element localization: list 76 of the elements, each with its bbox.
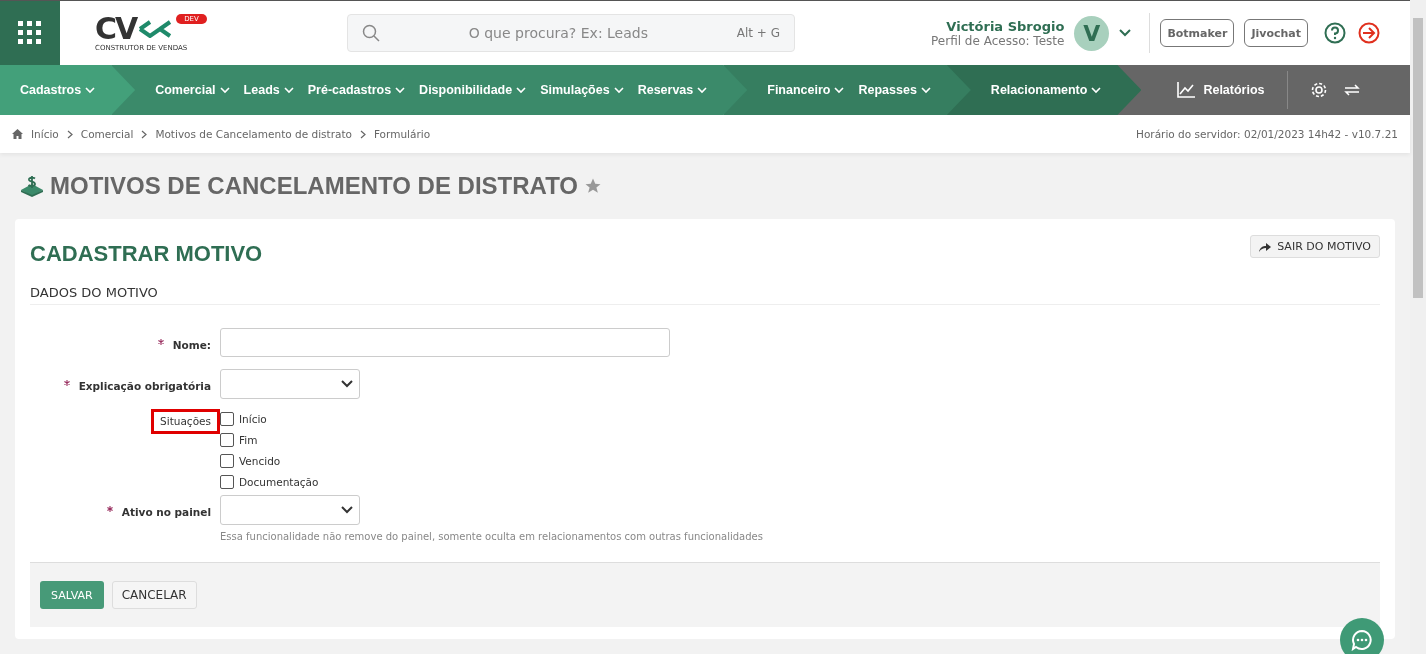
- chevron-down-icon: [85, 86, 96, 94]
- chevron-down-icon: [283, 86, 294, 94]
- nav-menu-item[interactable]: Leads: [243, 83, 294, 97]
- settings-icon[interactable]: [1309, 81, 1328, 99]
- swap-arrows-icon[interactable]: [1343, 84, 1360, 96]
- breadcrumb-link[interactable]: Formulário: [373, 128, 431, 140]
- apps-menu-button[interactable]: [0, 1, 60, 65]
- chevron-down-icon: [219, 86, 230, 94]
- chevron-down-icon[interactable]: [1119, 29, 1132, 37]
- nav-menu-item[interactable]: Comercial: [155, 83, 230, 97]
- exit-button[interactable]: SAIR DO MOTIVO: [1250, 235, 1380, 258]
- card-title: CADASTRAR MOTIVO: [30, 241, 263, 267]
- checkbox[interactable]: [220, 454, 234, 468]
- cancel-button[interactable]: CANCELAR: [111, 581, 197, 609]
- logo-letters: CV: [95, 14, 137, 44]
- nav-menu-item[interactable]: Simulações: [540, 83, 624, 97]
- chat-bubble-icon: [1351, 629, 1373, 651]
- checkbox[interactable]: [220, 433, 234, 447]
- logout-icon[interactable]: [1358, 22, 1380, 44]
- share-arrow-icon: [1259, 241, 1272, 252]
- chevron-down-icon: [613, 86, 624, 94]
- nav-menu-item[interactable]: Financeiro: [767, 83, 845, 97]
- checkbox-label: Início: [239, 413, 267, 425]
- page-title: MOTIVOS DE CANCELAMENTO DE DISTRATO: [50, 172, 579, 200]
- line-chart-icon: [1177, 82, 1196, 98]
- home-icon: [12, 129, 23, 139]
- user-profile: Perfil de Acesso: Teste: [931, 33, 1065, 48]
- chevron-down-icon: [341, 379, 353, 388]
- search-input[interactable]: O que procura? Ex: Leads: [380, 24, 737, 42]
- field-label: Situações: [151, 409, 220, 434]
- chevron-down-icon: [697, 86, 708, 94]
- user-name: Victória Sbrogio: [946, 18, 1065, 34]
- chat-tool-button[interactable]: Jivochat: [1244, 19, 1308, 47]
- nav-menu-item[interactable]: Pré-cadastros: [307, 83, 406, 97]
- checkbox-label: Vencido: [239, 455, 281, 467]
- money-icon: [20, 175, 44, 197]
- server-time: Horário do servidor: 02/01/2023 14h42 - v10.7.21: [1136, 128, 1398, 140]
- save-button[interactable]: SALVAR: [40, 581, 104, 609]
- shortcut-hint: Alt + G: [736, 26, 780, 40]
- chevron-down-icon: [516, 86, 527, 94]
- checkbox-label: Documentação: [239, 476, 319, 488]
- field-label: Ativo no painel: [120, 505, 212, 520]
- name-input[interactable]: [220, 328, 670, 357]
- checkbox[interactable]: [220, 475, 234, 489]
- chevron-right-icon: [359, 129, 366, 139]
- help-text: Essa funcionalidade não remove do painel, somente oculta em relacionamentos com outras funcionalidades: [220, 531, 763, 542]
- nav-menu-item[interactable]: Repasses: [858, 83, 931, 97]
- chevron-down-icon: [920, 86, 931, 94]
- nav-menu-item[interactable]: Reservas: [637, 83, 708, 97]
- breadcrumb-link[interactable]: Motivos de Cancelamento de distrato: [155, 128, 352, 140]
- chevron-down-icon: [395, 86, 406, 94]
- chevron-right-icon: [141, 129, 148, 139]
- search-icon: [362, 24, 380, 42]
- checkbox-label: Fim: [239, 434, 258, 446]
- nav-menu-item[interactable]: Disponibilidade: [419, 83, 527, 97]
- field-label: Nome:: [171, 338, 212, 353]
- select-field[interactable]: [220, 368, 360, 399]
- user-avatar[interactable]: V: [1074, 15, 1110, 51]
- chevron-down-icon: [834, 86, 845, 94]
- nav-menu-item[interactable]: Cadastros: [20, 83, 96, 97]
- search-field[interactable]: O que procura? Ex: Leads Alt + G: [347, 14, 795, 52]
- chat-tool-button[interactable]: Botmaker: [1160, 19, 1235, 47]
- chevron-down-icon: [341, 506, 353, 514]
- reports-menu-item[interactable]: Relatórios: [1177, 82, 1265, 98]
- field-label: Explicação obrigatória: [77, 378, 212, 394]
- breadcrumb-link[interactable]: Início: [31, 128, 59, 140]
- grid-icon: [18, 21, 42, 45]
- checkbox[interactable]: [220, 412, 234, 426]
- nav-menu-item[interactable]: Relacionamento: [990, 83, 1102, 97]
- chevron-right-icon: [66, 129, 73, 139]
- breadcrumb-link[interactable]: Comercial: [80, 128, 134, 140]
- star-icon[interactable]: [584, 177, 603, 195]
- section-heading: DADOS DO MOTIVO: [30, 285, 1380, 305]
- select-field[interactable]: [220, 495, 360, 525]
- help-icon[interactable]: [1324, 22, 1346, 44]
- chevron-down-icon: [1091, 86, 1102, 94]
